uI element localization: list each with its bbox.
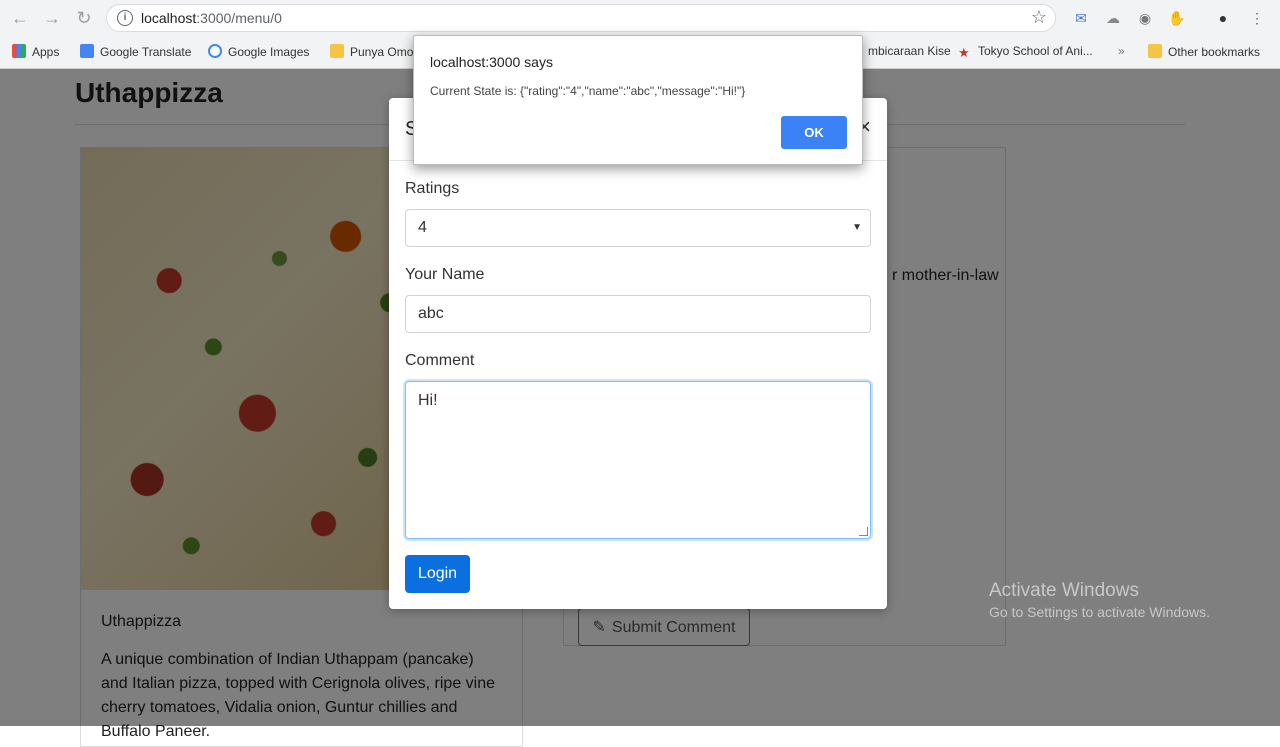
ratings-select[interactable]: 4 ▼ [405, 209, 871, 247]
reload-icon[interactable]: ↻ [74, 8, 94, 28]
bookmark-tokyo-school[interactable]: ★ Tokyo School of Ani... [958, 44, 1093, 60]
ratings-label: Ratings [405, 180, 460, 197]
alert-dialog: localhost:3000 says Current State is: {"… [413, 35, 863, 165]
bookmark-google-translate[interactable]: Google Translate [80, 44, 191, 59]
comment-value: Hi! [418, 392, 438, 409]
name-input[interactable]: abc [405, 295, 871, 333]
ratings-value: 4 [418, 219, 427, 236]
comment-textarea[interactable]: Hi! [405, 381, 871, 539]
apps-grid-icon [12, 44, 26, 58]
bookmark-google-images[interactable]: Google Images [208, 44, 309, 59]
menu-kebab-icon[interactable]: ⋮ [1248, 9, 1266, 27]
record-extension-icon[interactable]: ◉ [1136, 9, 1154, 27]
bookmark-punya-omo[interactable]: Punya Omo [330, 44, 413, 59]
comment-modal: S × Ratings 4 ▼ Your Name abc Comment Hi… [389, 98, 887, 609]
translate-icon [80, 44, 94, 58]
browser-toolbar: ← → ↻ i localhost:3000/menu/0 ☆ ✉ ☁ ◉ ✋ … [0, 0, 1280, 36]
folder-icon [330, 44, 344, 58]
activate-windows-title: Activate Windows [989, 580, 1139, 601]
activate-windows-subtitle: Go to Settings to activate Windows. [989, 604, 1210, 620]
cloud-extension-icon[interactable]: ☁ [1104, 9, 1122, 27]
profile-avatar-icon[interactable]: ● [1214, 9, 1232, 27]
name-label: Your Name [405, 266, 485, 283]
bookmark-apps[interactable]: Apps [12, 44, 59, 59]
comment-label: Comment [405, 352, 475, 369]
alert-message: Current State is: {"rating":"4","name":"… [430, 84, 746, 98]
address-bar[interactable]: i localhost:3000/menu/0 ☆ [106, 4, 1056, 32]
login-button[interactable]: Login [405, 555, 470, 593]
url-text: localhost:3000/menu/0 [141, 10, 282, 26]
star-icon[interactable]: ☆ [1031, 7, 1047, 28]
bookmark-other[interactable]: Other bookmarks [1148, 44, 1260, 59]
alert-ok-button[interactable]: OK [781, 116, 847, 149]
bookmarks-overflow[interactable]: » [1118, 44, 1125, 58]
bookmark-mbicaraan[interactable]: mbicaraan Kise [868, 44, 951, 58]
alert-title: localhost:3000 says [430, 54, 553, 70]
adblock-extension-icon[interactable]: ✋ [1168, 9, 1186, 27]
back-icon[interactable]: ← [10, 8, 30, 28]
google-icon [208, 44, 222, 58]
info-icon[interactable]: i [117, 10, 133, 26]
chevron-down-icon: ▼ [852, 222, 862, 233]
folder-icon [1148, 44, 1162, 58]
forward-icon[interactable]: → [42, 8, 62, 28]
mail-extension-icon[interactable]: ✉ [1072, 9, 1090, 27]
star-logo-icon: ★ [958, 45, 970, 60]
resize-handle[interactable] [859, 527, 868, 536]
